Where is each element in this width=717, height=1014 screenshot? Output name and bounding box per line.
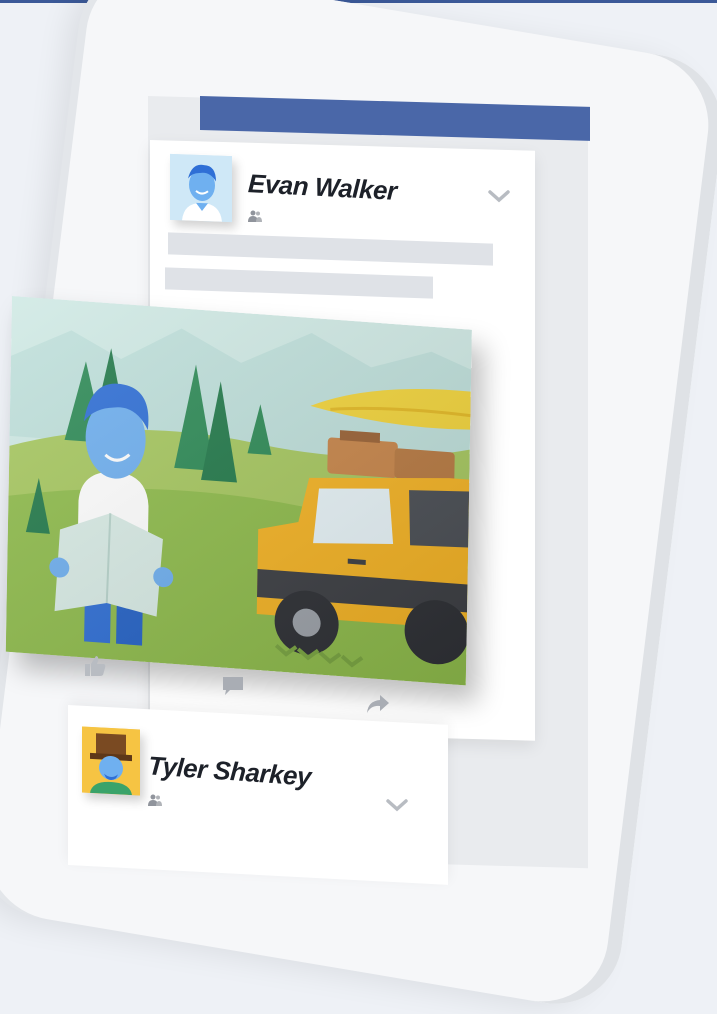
friends-icon <box>248 210 262 222</box>
comment-icon[interactable] <box>222 676 244 696</box>
camping-scene-illustration <box>5 296 472 686</box>
share-icon[interactable] <box>366 694 390 714</box>
chevron-down-icon[interactable] <box>386 797 408 813</box>
like-icon[interactable] <box>84 655 106 677</box>
chevron-down-icon[interactable] <box>488 188 510 204</box>
avatar-tyler[interactable] <box>82 726 140 796</box>
avatar-evan-illustration <box>170 153 232 223</box>
post-photo[interactable] <box>5 296 472 686</box>
avatar-tyler-illustration <box>82 726 140 796</box>
avatar-evan[interactable] <box>170 153 232 223</box>
friends-icon <box>148 794 162 806</box>
